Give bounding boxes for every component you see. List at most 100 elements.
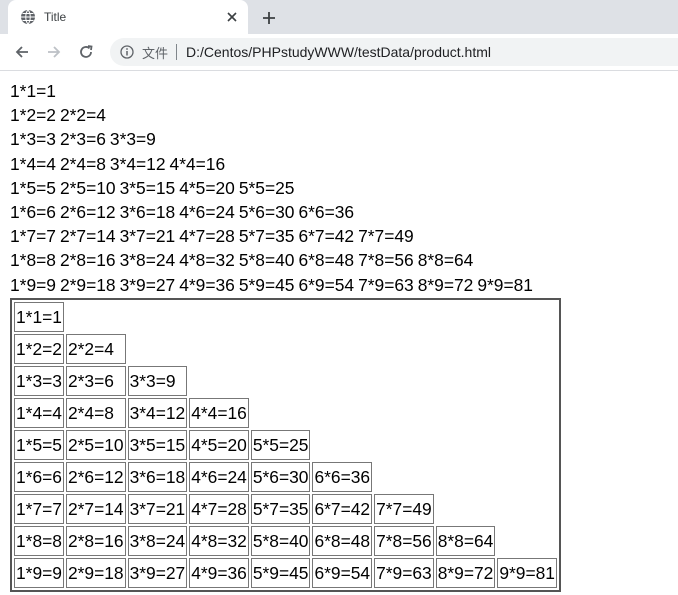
product-text: 2*8=16	[59, 250, 116, 271]
product-text: 6*8=48	[298, 250, 355, 271]
product-text: 1*3=3	[10, 129, 56, 150]
table-cell: 3*6=18	[127, 461, 188, 492]
multiplication-table: 1*1=1 1*2=2 2*2=4 1*3=3 2*3=6 3*3=9 1*4=4 2*4=8…	[10, 297, 561, 592]
arrow-left-icon	[15, 46, 28, 58]
product-text: 2*7=14	[59, 226, 116, 247]
table-row: 1*3=3 2*3=6 3*3=9	[14, 365, 557, 396]
table-cell: 5*6=30	[250, 461, 311, 492]
arrow-right-icon	[48, 46, 61, 58]
table-row: 1*6=6 2*6=12 3*6=18 4*6=24 5*6=30 6*6=36	[14, 461, 557, 492]
product-text: 3*5=15	[119, 177, 176, 198]
tab-strip: Title	[0, 0, 678, 34]
reload-icon	[80, 45, 93, 58]
product-text: 7*9=63	[358, 274, 414, 295]
product-text: 5*6=30	[238, 202, 295, 223]
table-cell: 3*9=27	[127, 557, 188, 588]
navigation-toolbar: 文件 D:/Centos/PHPstudyWWW/testData/produc…	[0, 34, 678, 71]
text-line: 1*7=7 2*7=14 3*7=21 4*7=28 5*7=35 6*7=42 7*7=4…	[10, 224, 678, 248]
table-cell: 2*6=12	[65, 461, 126, 492]
product-text: 1*8=8	[10, 250, 56, 271]
tab-title: Title	[44, 10, 67, 24]
back-button[interactable]	[8, 38, 36, 66]
table-cell: 2*2=4	[65, 333, 126, 364]
table-cell: 4*4=16	[189, 397, 249, 428]
text-line: 1*2=2 2*2=4	[10, 103, 678, 127]
product-text: 1*9=9	[10, 274, 56, 295]
product-text: 1*1=1	[10, 81, 56, 101]
table-cell: 1*3=3	[14, 365, 64, 396]
product-text: 8*8=64	[417, 250, 474, 271]
text-line: 1*8=8 2*8=16 3*8=24 4*8=32 5*8=40 6*8=48 7*8=5…	[10, 248, 678, 272]
multiplication-text-block: 1*1=1 1*2=2 2*2=4 1*3=3 2*3=6 3*3=9 1*4=4 2*4=8…	[10, 79, 678, 297]
table-cell: 7*8=56	[374, 525, 434, 556]
product-text: 2*9=18	[59, 274, 116, 295]
new-tab-button[interactable]	[258, 7, 280, 29]
product-text: 1*7=7	[10, 226, 56, 247]
table-cell: 7*9=63	[374, 557, 434, 588]
product-text: 7*8=56	[358, 250, 414, 271]
product-text: 2*2=4	[59, 105, 106, 126]
reload-button[interactable]	[72, 38, 100, 66]
table-row: 1*5=5 2*5=10 3*5=15 4*5=20 5*5=25	[14, 429, 557, 460]
product-text: 2*6=12	[59, 202, 116, 223]
product-text: 7*7=49	[358, 226, 414, 247]
product-text: 5*8=40	[238, 250, 295, 271]
product-text: 8*9=72	[417, 274, 474, 295]
table-cell: 1*4=4	[14, 397, 64, 428]
url-text[interactable]: D:/Centos/PHPstudyWWW/testData/product.h…	[186, 44, 491, 60]
product-text: 9*9=81	[477, 274, 533, 295]
table-cell: 1*6=6	[14, 461, 64, 492]
info-icon[interactable]	[120, 45, 134, 59]
text-line: 1*1=1	[10, 79, 678, 103]
product-text: 3*9=27	[119, 274, 176, 295]
product-text: 1*4=4	[10, 153, 56, 174]
table-cell: 3*3=9	[127, 365, 188, 396]
table-cell: 5*8=40	[250, 525, 311, 556]
product-text: 3*4=12	[109, 153, 166, 174]
forward-button[interactable]	[40, 38, 68, 66]
product-text: 4*4=16	[169, 153, 226, 174]
page-content: 1*1=1 1*2=2 2*2=4 1*3=3 2*3=6 3*3=9 1*4=4 2*4=8…	[0, 71, 678, 592]
table-cell: 1*5=5	[14, 429, 64, 460]
table-cell: 6*9=54	[312, 557, 373, 588]
text-line: 1*4=4 2*4=8 3*4=12 4*4=16	[10, 152, 678, 176]
product-text: 4*7=28	[179, 226, 235, 247]
table-cell: 4*9=36	[189, 557, 249, 588]
table-cell: 2*7=14	[65, 493, 126, 524]
table-cell: 2*8=16	[65, 525, 126, 556]
address-bar[interactable]: 文件 D:/Centos/PHPstudyWWW/testData/produc…	[110, 38, 678, 66]
table-cell: 2*4=8	[65, 397, 126, 428]
close-tab-icon[interactable]	[224, 9, 240, 25]
product-text: 3*3=9	[109, 129, 156, 150]
table-row: 1*4=4 2*4=8 3*4=12 4*4=16	[14, 397, 557, 428]
table-cell: 8*9=72	[435, 557, 496, 588]
table-cell: 2*3=6	[65, 365, 126, 396]
text-line: 1*3=3 2*3=6 3*3=9	[10, 127, 678, 151]
table-row: 1*2=2 2*2=4	[14, 333, 557, 364]
text-line: 1*6=6 2*6=12 3*6=18 4*6=24 5*6=30 6*6=36	[10, 200, 678, 224]
product-text: 1*6=6	[10, 202, 56, 223]
globe-icon	[20, 9, 36, 25]
browser-tab[interactable]: Title	[8, 0, 248, 34]
plus-icon	[263, 12, 275, 24]
table-cell: 1*9=9	[14, 557, 64, 588]
product-text: 1*2=2	[10, 105, 56, 126]
table-cell: 6*6=36	[312, 461, 373, 492]
table-cell: 2*9=18	[65, 557, 126, 588]
table-cell: 6*8=48	[312, 525, 373, 556]
table-cell: 3*7=21	[127, 493, 188, 524]
table-cell: 3*8=24	[127, 525, 188, 556]
product-text: 4*8=32	[179, 250, 235, 271]
address-separator	[176, 44, 178, 60]
product-text: 1*5=5	[10, 177, 56, 198]
table-cell: 9*9=81	[497, 557, 557, 588]
product-text: 2*4=8	[59, 153, 106, 174]
table-cell: 4*8=32	[189, 525, 249, 556]
product-text: 6*9=54	[298, 274, 355, 295]
table-cell: 6*7=42	[312, 493, 373, 524]
table-row: 1*1=1	[14, 301, 557, 332]
table-cell: 7*7=49	[374, 493, 434, 524]
product-text: 2*3=6	[59, 129, 106, 150]
table-cell: 3*4=12	[127, 397, 188, 428]
product-text: 5*9=45	[238, 274, 295, 295]
